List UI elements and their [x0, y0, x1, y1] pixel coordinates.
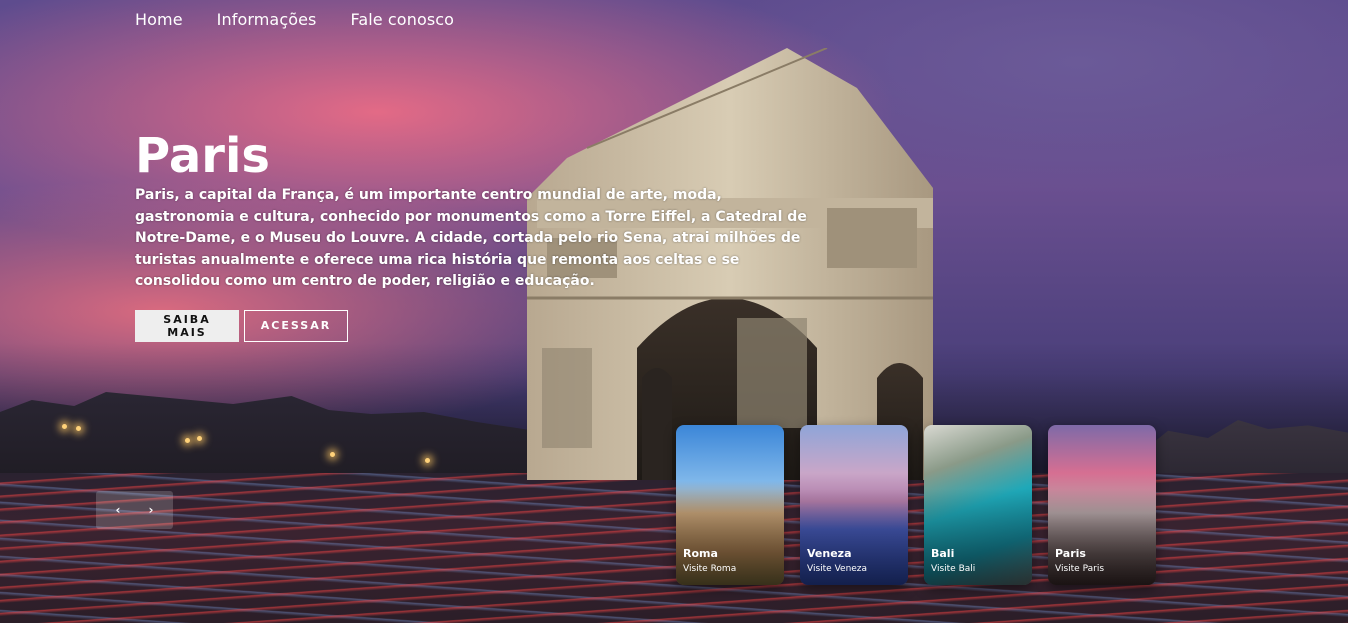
destination-cards: Roma Visite Roma Veneza Visite Veneza Ba… — [676, 425, 1156, 585]
hero-description: Paris, a capital da França, é um importa… — [135, 187, 807, 289]
street-lamp — [185, 438, 190, 443]
card-subtitle: Visite Veneza — [807, 564, 868, 574]
main-nav: Home Informações Fale conosco — [135, 10, 454, 29]
card-subtitle: Visite Paris — [1055, 564, 1105, 574]
card-veneza[interactable]: Veneza Visite Veneza — [800, 425, 908, 585]
hero-content: Paris Paris, a capital da França, é um i… — [135, 127, 825, 342]
street-lamp — [76, 426, 81, 431]
card-subtitle: Visite Roma — [683, 564, 737, 574]
chevron-left-icon[interactable]: ‹ — [116, 503, 121, 517]
saiba-mais-button[interactable]: SAIBA MAIS — [135, 309, 239, 342]
nav-fale-conosco[interactable]: Fale conosco — [351, 10, 455, 29]
street-lamp — [425, 458, 430, 463]
hero-banner: Home Informações Fale conosco Paris Pari… — [0, 0, 1348, 623]
street-lamp — [197, 436, 202, 441]
card-title: Roma — [683, 547, 718, 560]
card-title: Paris — [1055, 547, 1086, 560]
card-bali[interactable]: Bali Visite Bali — [924, 425, 1032, 585]
card-subtitle: Visite Bali — [931, 564, 976, 574]
page-title: Paris — [135, 128, 270, 184]
card-paris[interactable]: Paris Visite Paris — [1048, 425, 1156, 585]
nav-informacoes[interactable]: Informações — [217, 10, 317, 29]
hero-buttons: SAIBA MAIS ACESSAR — [135, 309, 825, 342]
card-roma[interactable]: Roma Visite Roma — [676, 425, 784, 585]
street-lamp — [330, 452, 335, 457]
card-title: Bali — [931, 547, 955, 560]
chevron-right-icon[interactable]: › — [149, 503, 154, 517]
street-lamp — [62, 424, 67, 429]
card-title: Veneza — [807, 547, 852, 560]
acessar-button[interactable]: ACESSAR — [244, 309, 348, 342]
slider-controls: ‹ › — [96, 491, 173, 529]
nav-home[interactable]: Home — [135, 10, 183, 29]
